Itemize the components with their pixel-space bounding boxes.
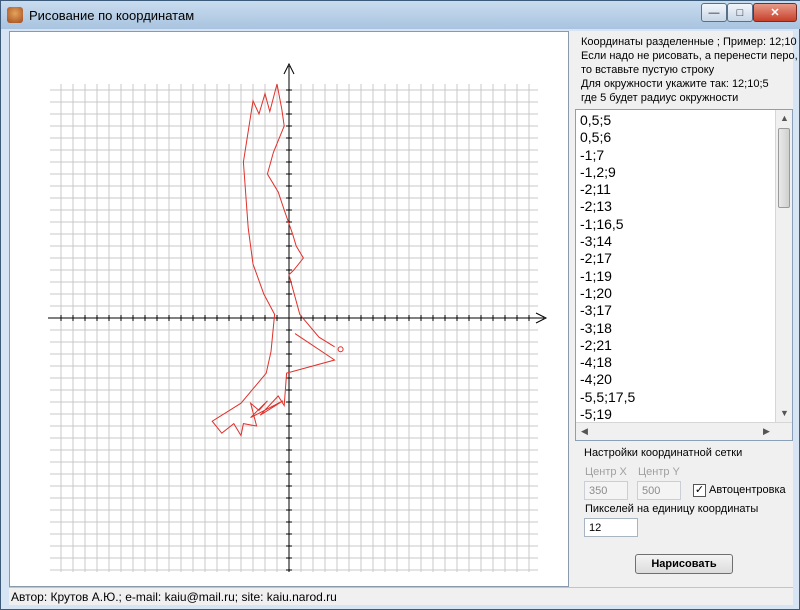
hint-line: Для окружности укажите так: 12;10;5 xyxy=(581,78,769,90)
coordinate-line: 0,5;6 xyxy=(580,129,612,146)
window-title: Рисование по координатам xyxy=(29,8,195,23)
coordinates-textbox[interactable]: 0,5;5 0,5;6 -1;7 -1,2;9 -2;11 -2;13 -1;1… xyxy=(575,109,793,441)
pixels-per-unit-label: Пикселей на единицу координаты xyxy=(585,503,759,515)
coordinate-line: -2;17 xyxy=(580,250,612,267)
coordinate-line: -2;21 xyxy=(580,336,612,353)
status-bar: Автор: Крутов А.Ю.; e-mail: kaiu@mail.ru… xyxy=(9,587,793,605)
pixels-per-unit-field[interactable] xyxy=(584,518,638,537)
horizontal-scrollbar[interactable]: ◀ ▶ xyxy=(576,422,792,440)
coordinate-line: -1;7 xyxy=(580,146,605,163)
instructions-text: Координаты разделенные ; Пример: 12;10 Е… xyxy=(581,35,798,105)
vertical-scrollbar[interactable]: ▲ ▼ xyxy=(775,110,792,422)
coordinate-line: -1,2;9 xyxy=(580,163,616,180)
hint-line: Если надо не рисовать, а перенести перо, xyxy=(581,50,798,62)
scroll-thumb[interactable] xyxy=(778,128,790,208)
scroll-right-icon[interactable]: ▶ xyxy=(758,423,775,440)
autocenter-label: Автоцентровка xyxy=(709,484,786,496)
autocenter-checkbox[interactable]: ✓ xyxy=(693,484,706,497)
coordinate-line: -3;18 xyxy=(580,319,612,336)
close-button[interactable]: ✕ xyxy=(753,3,797,22)
coordinate-line: -1;19 xyxy=(580,267,612,284)
coordinate-line: -5,5;17,5 xyxy=(580,388,636,405)
app-window: Рисование по координатам — □ ✕ Координат… xyxy=(0,0,800,610)
grid-settings-title: Настройки координатной сетки xyxy=(584,447,743,459)
coordinate-line: -5;19 xyxy=(580,406,612,423)
maximize-button[interactable]: □ xyxy=(727,3,753,22)
coordinate-line: -3;17 xyxy=(580,302,612,319)
center-x-field[interactable] xyxy=(584,481,628,500)
draw-button[interactable]: Нарисовать xyxy=(635,554,733,574)
coordinate-line: -4;18 xyxy=(580,354,612,371)
hint-line: Координаты разделенные ; Пример: 12;10 xyxy=(581,36,797,48)
scroll-down-icon[interactable]: ▼ xyxy=(776,405,792,422)
scroll-left-icon[interactable]: ◀ xyxy=(576,423,593,440)
title-bar[interactable]: Рисование по координатам — □ ✕ xyxy=(1,1,800,29)
coordinate-line: -4;20 xyxy=(580,371,612,388)
scroll-up-icon[interactable]: ▲ xyxy=(776,110,792,127)
coordinates-lines[interactable]: 0,5;5 0,5;6 -1;7 -1,2;9 -2;11 -2;13 -1;1… xyxy=(580,112,776,423)
coordinate-line: -3;14 xyxy=(580,233,612,250)
drawing-path xyxy=(211,83,336,437)
coordinate-line: -2;13 xyxy=(580,198,612,215)
coordinate-line: -1;20 xyxy=(580,284,612,301)
coordinate-line: 0,5;5 xyxy=(580,112,612,128)
minimize-button[interactable]: — xyxy=(701,3,727,22)
coordinate-line: -1;16,5 xyxy=(580,215,624,232)
center-y-field[interactable] xyxy=(637,481,681,500)
eye-circle xyxy=(337,346,344,353)
app-icon xyxy=(7,7,23,23)
drawing-canvas[interactable] xyxy=(9,31,569,587)
center-x-label: Центр X xyxy=(585,466,627,478)
coordinate-grid xyxy=(48,62,548,572)
hint-line: то вставьте пустую строку xyxy=(581,64,715,76)
coordinate-line: -2;11 xyxy=(580,181,611,198)
hint-line: где 5 будет радиус окружности xyxy=(581,92,739,104)
center-y-label: Центр Y xyxy=(638,466,680,478)
